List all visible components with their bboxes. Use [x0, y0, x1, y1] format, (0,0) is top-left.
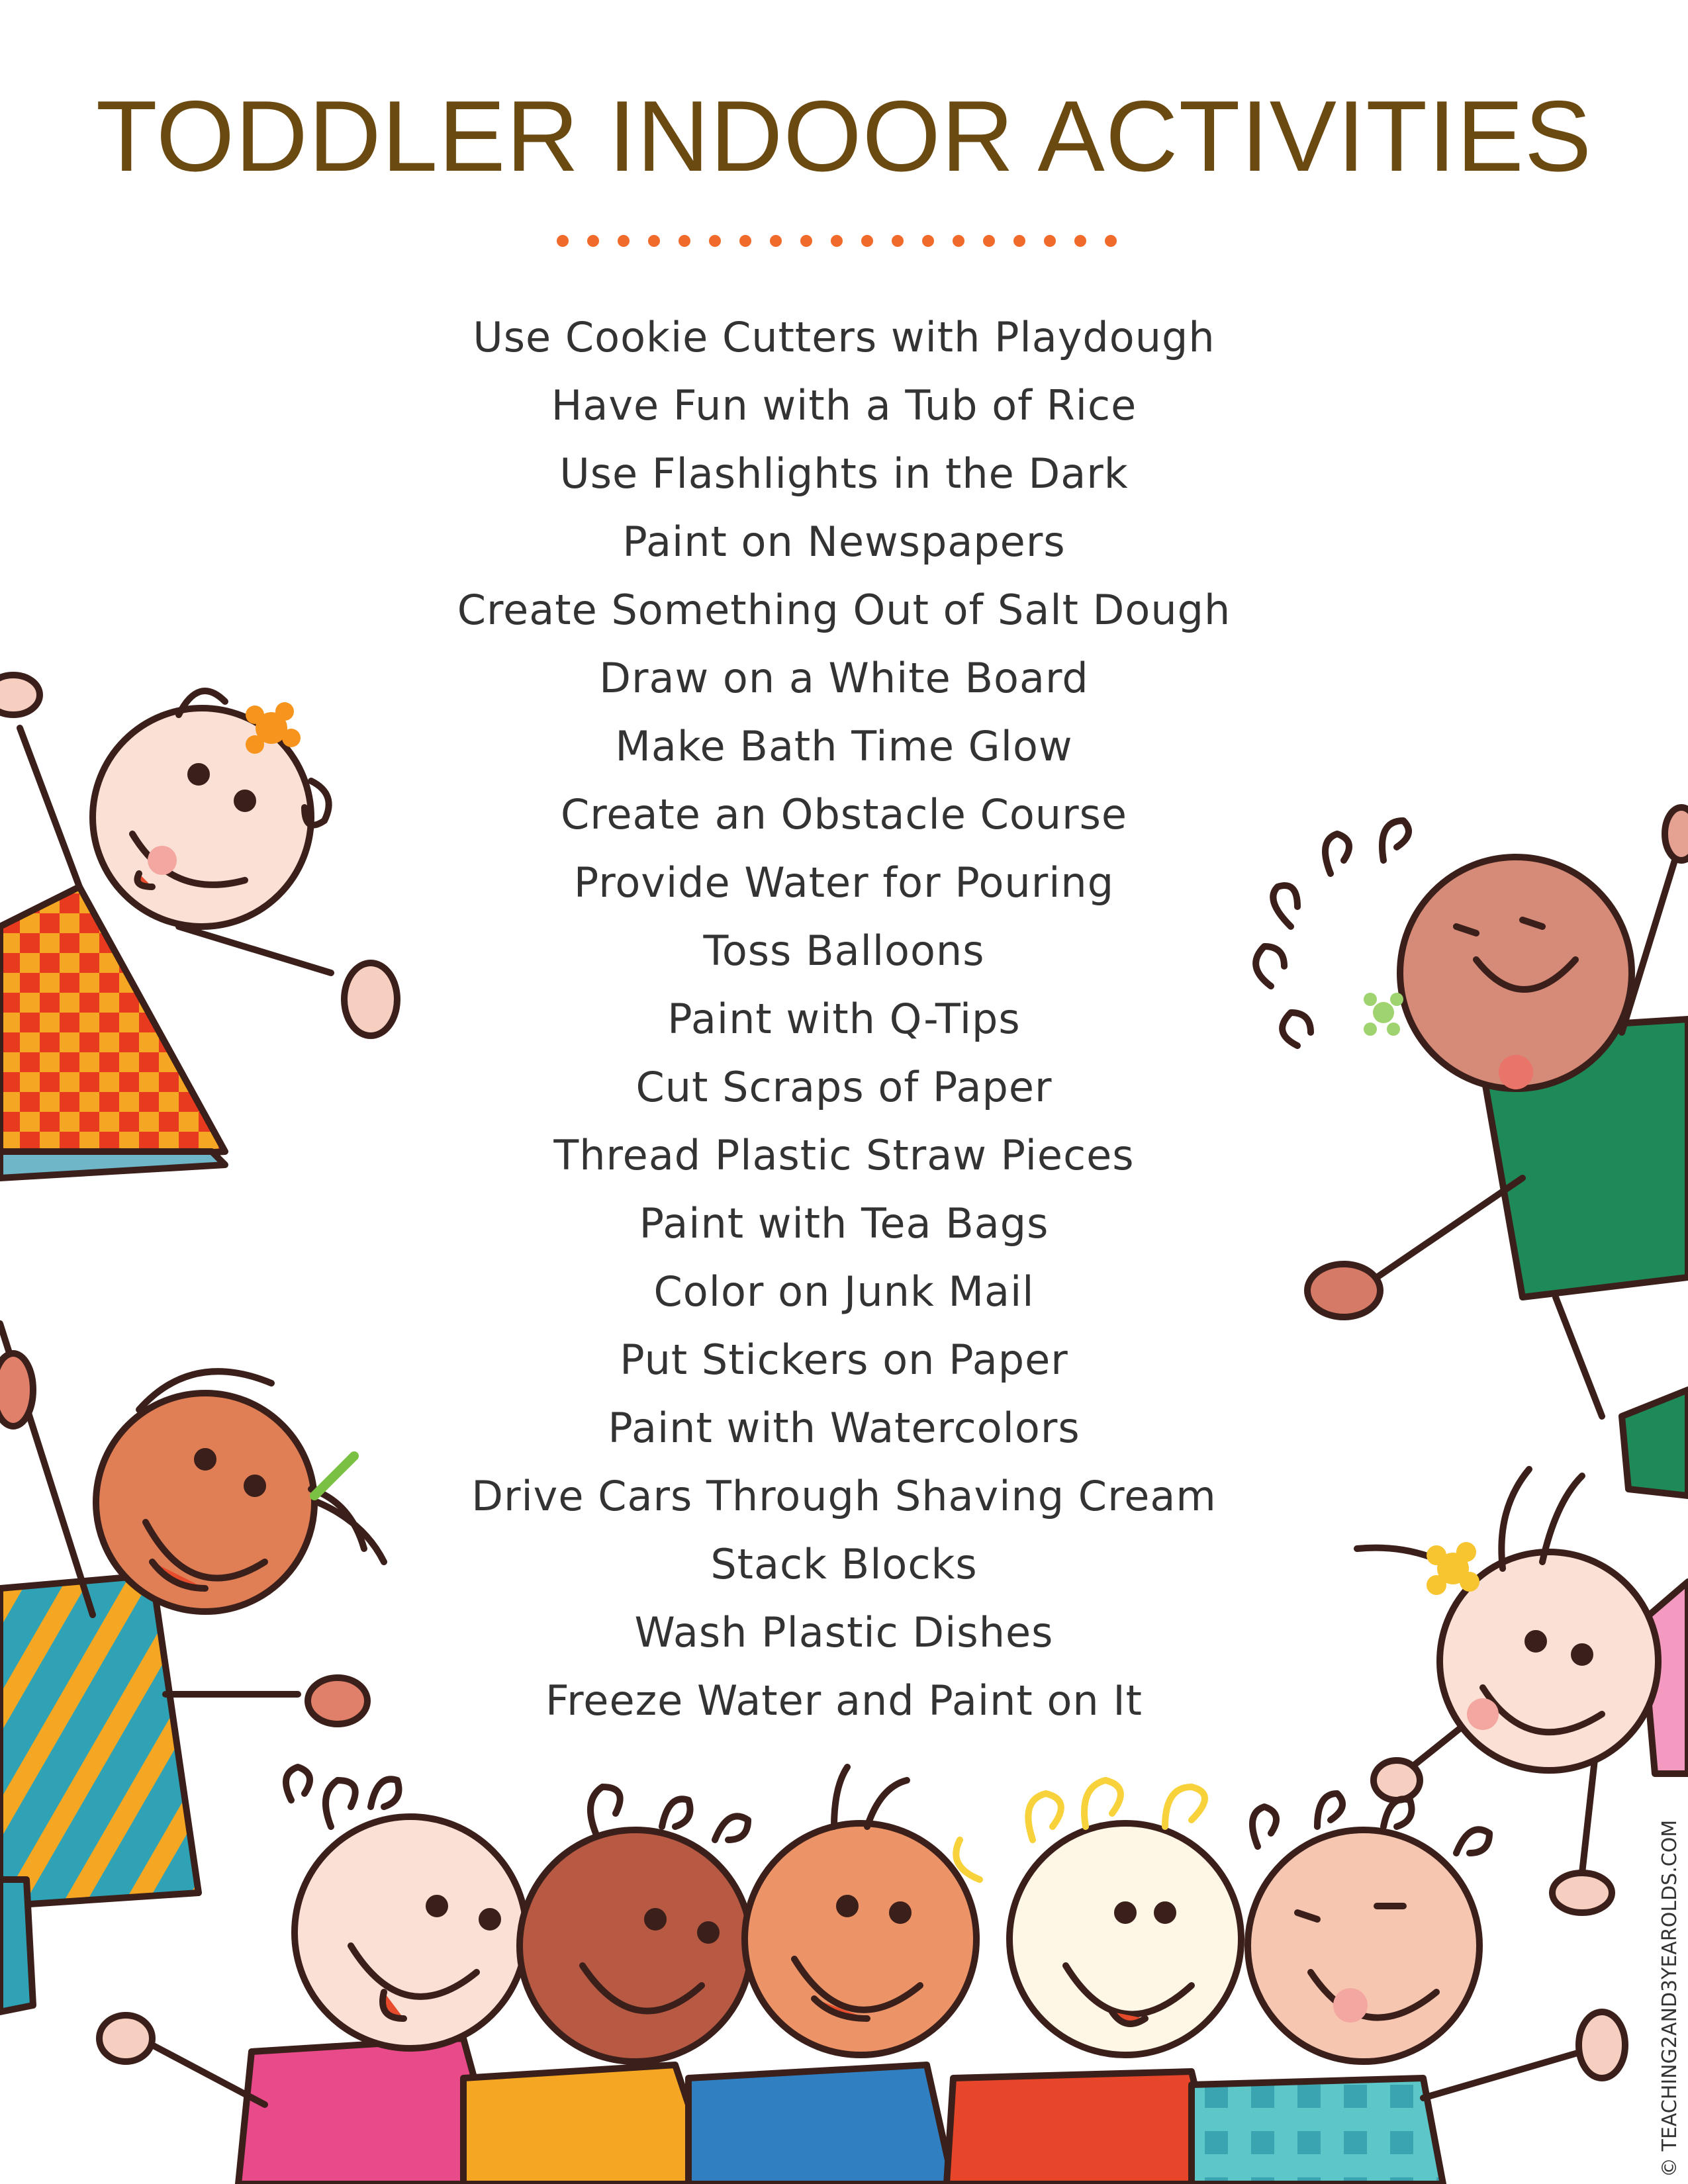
- list-item: Put Stickers on Paper: [620, 1336, 1068, 1384]
- list-item: Use Flashlights in the Dark: [559, 449, 1129, 498]
- list-item: Have Fun with a Tub of Rice: [551, 381, 1137, 430]
- list-item: Toss Balloons: [703, 927, 985, 975]
- activity-list: Use Cookie Cutters with Playdough Have F…: [0, 303, 1688, 1735]
- kid-bottom-5: [1188, 1790, 1628, 2184]
- list-item: Color on Junk Mail: [653, 1267, 1035, 1316]
- dotted-divider: [557, 235, 1117, 247]
- list-item: Provide Water for Pouring: [573, 858, 1115, 907]
- list-item: Stack Blocks: [710, 1540, 978, 1588]
- copyright-credit: © TEACHING2AND3YEAROLDS.COM: [1658, 1819, 1681, 2177]
- list-item: Paint with Watercolors: [608, 1404, 1080, 1452]
- kid-bottom-2: [460, 1784, 755, 2184]
- list-item: Thread Plastic Straw Pieces: [553, 1131, 1135, 1179]
- list-item: Cut Scraps of Paper: [635, 1063, 1053, 1111]
- list-item: Make Bath Time Glow: [615, 722, 1073, 770]
- list-item: Drive Cars Through Shaving Cream: [471, 1472, 1217, 1520]
- list-item: Create an Obstacle Course: [560, 790, 1128, 839]
- list-item: Wash Plastic Dishes: [634, 1608, 1054, 1657]
- list-item: Freeze Water and Paint on It: [545, 1676, 1143, 1725]
- list-item: Use Cookie Cutters with Playdough: [473, 313, 1215, 361]
- list-item: Draw on a White Board: [599, 654, 1089, 702]
- list-item: Create Something Out of Salt Dough: [457, 586, 1231, 634]
- list-item: Paint with Tea Bags: [639, 1199, 1049, 1248]
- kid-bottom-1: [96, 1764, 530, 2184]
- page-title: TODDLER INDOOR ACTIVITIES: [95, 80, 1593, 193]
- list-item: Paint on Newspapers: [622, 518, 1066, 566]
- kid-bottom-4: [943, 1777, 1244, 2184]
- kid-bottom-3: [685, 1764, 980, 2184]
- list-item: Paint with Q-Tips: [667, 995, 1021, 1043]
